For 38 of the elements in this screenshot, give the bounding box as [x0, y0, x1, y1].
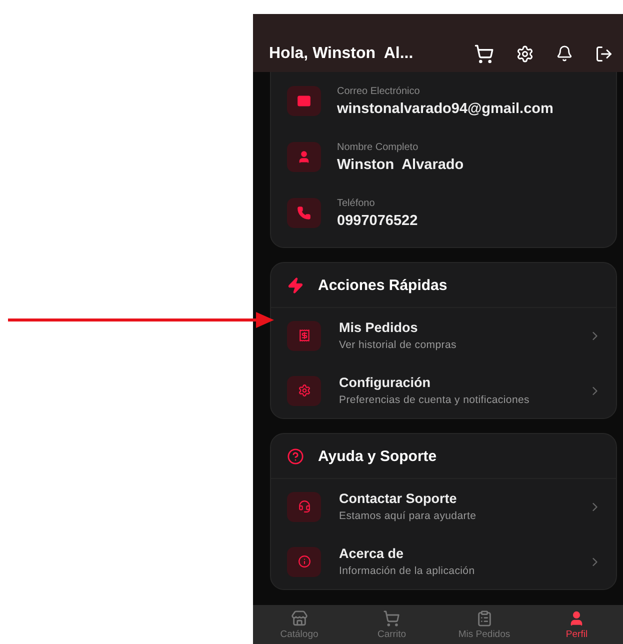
- nav-tab[interactable]: Perfil: [530, 605, 623, 644]
- field-label: Nombre Completo: [337, 142, 420, 152]
- clipboard-icon: [476, 610, 493, 626]
- field-label: Correo Electrónico: [337, 86, 421, 96]
- field-label: Teléfono: [337, 198, 376, 208]
- item-title: Configuración: [339, 375, 432, 390]
- menu-item[interactable]: Configuración Preferencias de cuenta y notificaciones: [271, 363, 616, 418]
- section-title: Ayuda y Soporte: [318, 448, 437, 464]
- item-subtitle: Información de la aplicación: [339, 565, 476, 577]
- item-subtitle: Estamos aquí para ayudarte: [339, 510, 478, 522]
- logout-icon[interactable]: [595, 44, 613, 62]
- field-value: winstonalvarado94@gmail.com: [337, 100, 554, 116]
- menu-item[interactable]: Mis Pedidos Ver historial de compras: [271, 308, 616, 363]
- mail-icon: [287, 86, 321, 116]
- info-icon: [287, 546, 321, 576]
- menu-item[interactable]: Contactar Soporte Estamos aquí para ayudarte: [271, 479, 616, 534]
- settings-icon[interactable]: [516, 44, 534, 62]
- cart-icon: [383, 610, 400, 626]
- user-icon: [287, 142, 321, 172]
- store-icon: [290, 610, 308, 626]
- item-title: Contactar Soporte: [339, 491, 458, 506]
- phone-icon: [287, 198, 321, 228]
- receipt-icon: [287, 320, 321, 350]
- field-value: 0997076522: [337, 212, 419, 228]
- item-subtitle: Ver historial de compras: [339, 339, 458, 351]
- item-subtitle: Preferencias de cuenta y notificaciones: [339, 394, 530, 406]
- help-icon: [287, 448, 304, 464]
- cart-icon[interactable]: [474, 44, 494, 64]
- field-value: Winston Alvarado: [337, 156, 465, 172]
- headset-icon: [287, 492, 321, 522]
- item-title: Mis Pedidos: [339, 320, 419, 335]
- gear-icon: [287, 376, 321, 406]
- lightning-icon: [287, 276, 304, 294]
- greeting-title: Hola, Winston Al...: [269, 44, 414, 62]
- section-title: Acciones Rápidas: [318, 276, 448, 294]
- item-title: Acerca de: [339, 546, 405, 561]
- menu-item[interactable]: Acerca de Información de la aplicación: [271, 534, 616, 589]
- bell-icon[interactable]: [556, 45, 573, 62]
